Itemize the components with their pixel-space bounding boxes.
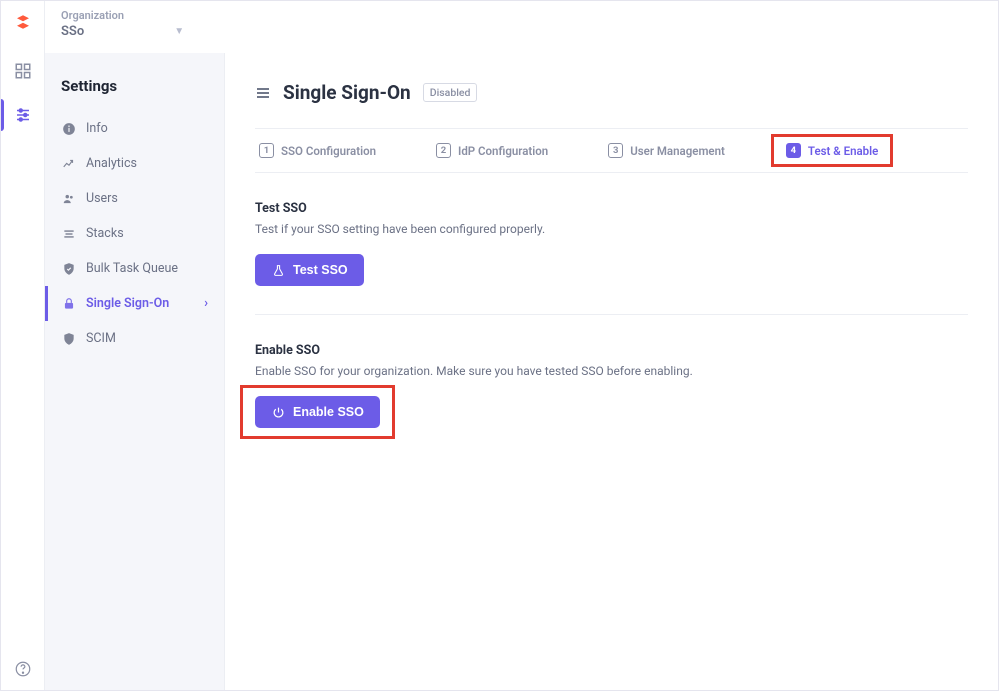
section-heading: Enable SSO xyxy=(255,343,968,358)
sidebar-item-label: Stacks xyxy=(86,226,124,241)
highlight-annotation-tab: 4 Test & Enable xyxy=(771,134,893,167)
settings-icon[interactable] xyxy=(11,103,35,127)
settings-sidebar: Settings Info Analytics xyxy=(45,53,225,690)
org-selector[interactable]: SSo ▼ xyxy=(61,24,982,39)
sidebar-item-info[interactable]: Info xyxy=(45,111,224,146)
info-icon xyxy=(61,121,76,136)
org-value: SSo xyxy=(61,24,84,39)
logo-icon xyxy=(14,13,32,31)
org-bar: Organization SSo ▼ xyxy=(45,1,998,53)
tab-number: 1 xyxy=(259,143,274,158)
page-title: Single Sign-On xyxy=(283,81,411,104)
sidebar-item-bulk-task-queue[interactable]: Bulk Task Queue xyxy=(45,251,224,286)
test-sso-section: Test SSO Test if your SSO setting have b… xyxy=(255,201,968,286)
help-icon[interactable] xyxy=(14,660,32,678)
sidebar-title: Settings xyxy=(45,77,224,111)
button-label: Enable SSO xyxy=(293,405,364,419)
org-label: Organization xyxy=(61,9,982,22)
sidebar-item-label: Single Sign-On xyxy=(86,296,169,311)
sidebar-item-scim[interactable]: SCIM xyxy=(45,321,224,356)
users-icon xyxy=(61,191,76,206)
highlight-annotation-enable: Enable SSO xyxy=(240,385,395,439)
content-area: Single Sign-On Disabled 1 SSO Configurat… xyxy=(225,53,998,690)
caret-down-icon: ▼ xyxy=(174,26,184,37)
shield-icon xyxy=(61,331,76,346)
page-header: Single Sign-On Disabled xyxy=(255,81,968,104)
lock-icon xyxy=(61,296,76,311)
shield-check-icon xyxy=(61,261,76,276)
divider xyxy=(255,314,968,315)
chevron-right-icon: › xyxy=(204,296,208,311)
analytics-icon xyxy=(61,156,76,171)
flask-icon xyxy=(271,263,285,277)
button-label: Test SSO xyxy=(293,263,348,277)
tab-label: Test & Enable xyxy=(808,144,878,158)
tab-user-management[interactable]: 3 User Management xyxy=(608,143,725,158)
tab-label: SSO Configuration xyxy=(281,144,376,158)
sidebar-item-users[interactable]: Users xyxy=(45,181,224,216)
tab-idp-configuration[interactable]: 2 IdP Configuration xyxy=(436,143,548,158)
tab-number: 2 xyxy=(436,143,451,158)
sidebar-item-label: Users xyxy=(86,191,118,206)
tab-number: 3 xyxy=(608,143,623,158)
sidebar-item-label: Analytics xyxy=(86,156,137,171)
tabs-bar: 1 SSO Configuration 2 IdP Configuration … xyxy=(255,128,968,173)
nav-rail xyxy=(1,1,45,690)
tab-sso-configuration[interactable]: 1 SSO Configuration xyxy=(259,143,376,158)
test-sso-button[interactable]: Test SSO xyxy=(255,254,364,286)
section-description: Test if your SSO setting have been confi… xyxy=(255,222,968,236)
tab-label: IdP Configuration xyxy=(458,144,548,158)
sidebar-item-label: Info xyxy=(86,121,108,136)
tab-test-and-enable[interactable]: 4 Test & Enable xyxy=(786,143,878,158)
sidebar-item-label: Bulk Task Queue xyxy=(86,261,178,276)
sidebar-item-stacks[interactable]: Stacks xyxy=(45,216,224,251)
main-column: Organization SSo ▼ Settings Info xyxy=(45,1,998,690)
enable-sso-button[interactable]: Enable SSO xyxy=(255,396,380,428)
tab-number: 4 xyxy=(786,143,801,158)
menu-icon[interactable] xyxy=(255,85,271,101)
enable-sso-section: Enable SSO Enable SSO for your organizat… xyxy=(255,343,968,428)
power-icon xyxy=(271,405,285,419)
section-description: Enable SSO for your organization. Make s… xyxy=(255,364,968,378)
sidebar-item-label: SCIM xyxy=(86,331,116,346)
sidebar-item-sso[interactable]: Single Sign-On › xyxy=(45,286,224,321)
body-row: Settings Info Analytics xyxy=(45,53,998,690)
sidebar-item-analytics[interactable]: Analytics xyxy=(45,146,224,181)
app-frame: Organization SSo ▼ Settings Info xyxy=(0,0,999,691)
section-heading: Test SSO xyxy=(255,201,968,216)
status-badge: Disabled xyxy=(423,83,478,102)
tab-label: User Management xyxy=(630,144,725,158)
dashboard-icon[interactable] xyxy=(11,59,35,83)
stacks-icon xyxy=(61,226,76,241)
